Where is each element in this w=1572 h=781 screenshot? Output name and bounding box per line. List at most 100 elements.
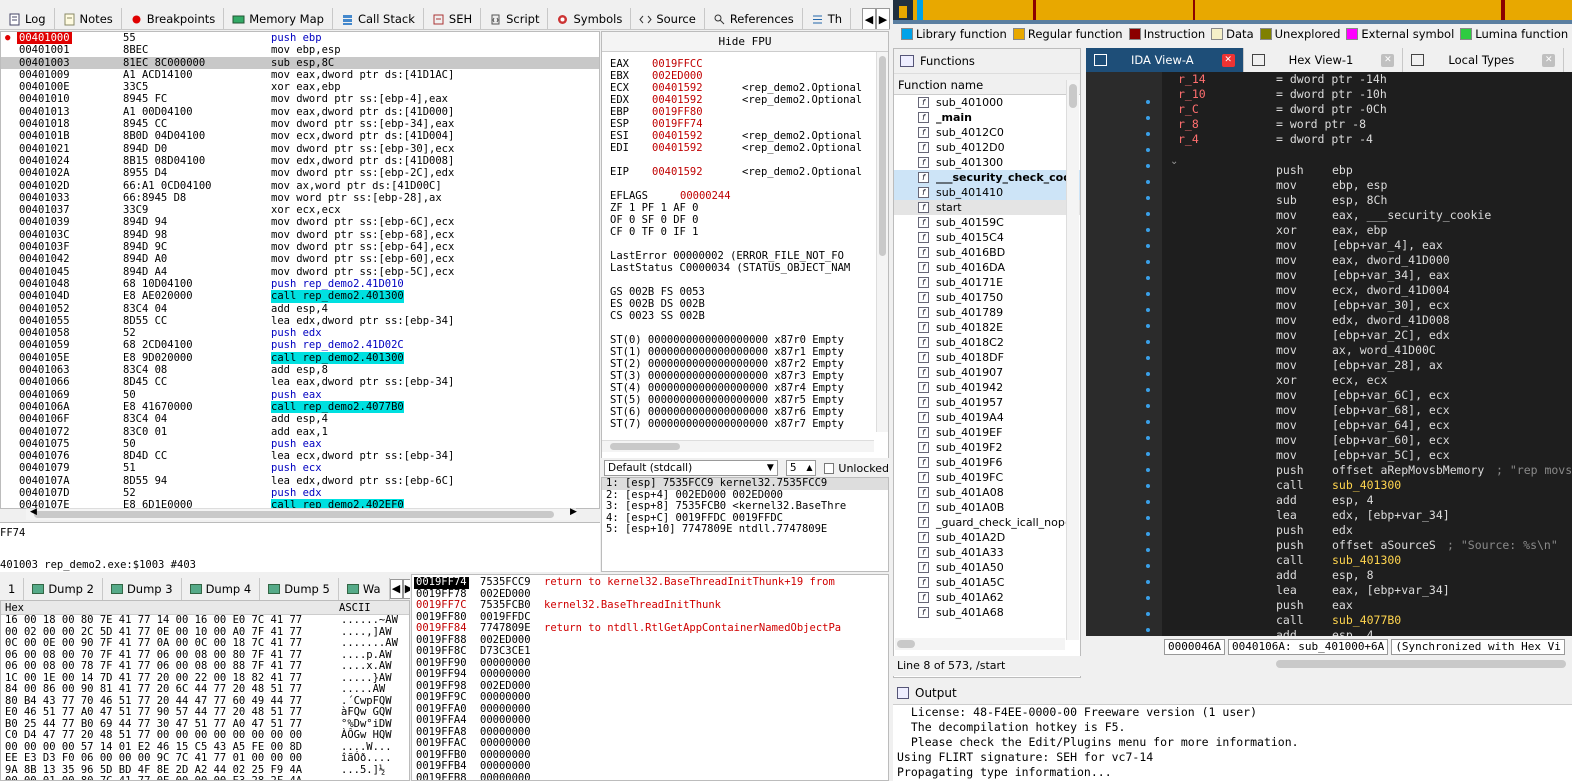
disasm-row[interactable]: 00401001 8BEC mov ebp,esp	[1, 44, 599, 56]
function-item[interactable]: f sub_401942	[894, 380, 1080, 395]
disasm-row[interactable]: 0040104D E8 AE020000 call rep_demo2.401300	[1, 290, 599, 303]
registers-hscrollbar[interactable]	[602, 440, 874, 452]
function-item[interactable]: f sub_4018DF	[894, 350, 1080, 365]
tab-log[interactable]: Log	[0, 8, 55, 29]
function-item[interactable]: f ___security_check_coo	[894, 170, 1080, 185]
register-eflags[interactable]: EFLAGS 00000244	[602, 190, 888, 202]
registers-vscrollbar[interactable]	[876, 52, 888, 432]
function-item[interactable]: f sub_4019F2	[894, 440, 1080, 455]
dump-line[interactable]: 0C 00 0E 00 90 7F 41 77 0A 00 0C 00 18 7…	[1, 637, 409, 650]
output-window[interactable]: License: 48-F4EE-0000-00 Freeware versio…	[893, 704, 1572, 781]
register-ebp[interactable]: EBP 0019FF80	[602, 106, 888, 118]
disasm-row[interactable]: 0040106F 83C4 04 add esp,4	[1, 413, 599, 425]
register-eax[interactable]: EAX 0019FFCC	[602, 58, 888, 70]
fpu-register-row[interactable]: ST(4) 0000000000000000000 x87r4 Empty	[602, 382, 888, 394]
function-item[interactable]: f sub_401A50	[894, 560, 1080, 575]
unlocked-checkbox[interactable]	[823, 462, 835, 474]
dump-tab-6[interactable]: Wa	[339, 578, 390, 600]
register-ecx[interactable]: ECX 00401592 <rep_demo2.Optional	[602, 82, 888, 94]
calling-convention-select[interactable]: Default (stdcall) ▼	[604, 460, 778, 476]
function-item[interactable]: f start	[894, 200, 1080, 215]
dump-line[interactable]: E0 46 51 77 A0 47 51 77 90 57 44 77 20 4…	[1, 706, 409, 719]
flag-row[interactable]: CF 0 TF 0 IF 1	[602, 226, 888, 238]
tab-notes[interactable]: Notes	[55, 8, 122, 29]
function-item[interactable]: f sub_401750	[894, 290, 1080, 305]
stack-row[interactable]: 0019FF7C 7535FCB0 kernel32.BaseThreadInitT…	[412, 599, 888, 612]
function-item[interactable]: f sub_401300	[894, 155, 1080, 170]
function-item[interactable]: f sub_401410	[894, 185, 1080, 200]
tab-source[interactable]: Source	[631, 8, 705, 29]
fpu-register-row[interactable]: ST(7) 0000000000000000000 x87r7 Empty	[602, 418, 888, 430]
disasm-row[interactable]: 00401021 894D D0 mov dword ptr ss:[ebp-30]…	[1, 143, 599, 155]
disasm-row[interactable]: 00401033 66:8945 D8 mov word ptr ss:[ebp-2…	[1, 192, 599, 204]
disasm-row[interactable]: 00401018 8945 CC mov dword ptr ss:[ebp-34]…	[1, 118, 599, 130]
dump-tab-scroll[interactable]: ◀ ▶	[389, 579, 410, 599]
stack-row[interactable]: 0019FF8C D73C3CE1	[412, 645, 888, 658]
function-item[interactable]: f sub_401A68	[894, 605, 1080, 620]
disasm-row[interactable]: 0040106A E8 41670000 call rep_demo2.4077B0	[1, 400, 599, 414]
disasm-row[interactable]: 00401013 A1 00D04100 mov eax,dword ptr ds:…	[1, 106, 599, 118]
tab-symbols[interactable]: Symbols	[548, 8, 632, 29]
disasm-row[interactable]: 00401072 83C0 01 add eax,1	[1, 426, 599, 438]
tab-script[interactable]: Script	[481, 8, 549, 29]
disasm-row[interactable]: 00401076 8D4D CC lea ecx,dword ptr ss:[ebp…	[1, 450, 599, 462]
register-edx[interactable]: EDX 00401592 <rep_demo2.Optional	[602, 94, 888, 106]
function-item[interactable]: f sub_4019FC	[894, 470, 1080, 485]
tab-call-stack[interactable]: Call Stack	[333, 8, 424, 29]
ida-tab-ida-view-a[interactable]: IDA View-A ✕	[1086, 48, 1244, 72]
close-icon[interactable]: ✕	[1381, 53, 1395, 67]
function-item[interactable]: f sub_401A0B	[894, 500, 1080, 515]
disasm-row[interactable]: 00401066 8D45 CC lea eax,dword ptr ss:[ebp…	[1, 376, 599, 388]
segment-row[interactable]: CS 0023 SS 002B	[602, 310, 888, 322]
disasm-row[interactable]: 0040105E E8 9D020000 call rep_demo2.401300	[1, 351, 599, 365]
dump-line[interactable]: 00 00 01 00 80 7C 41 77 0E 00 00 00 E3 2…	[1, 775, 409, 780]
function-item[interactable]: f _guard_check_icall_nop(x	[894, 515, 1080, 530]
disasm-row[interactable]: 00401042 894D A0 mov dword ptr ss:[ebp-60]…	[1, 253, 599, 265]
dump-tab-5[interactable]: Dump 5	[260, 578, 339, 600]
fpu-register-row[interactable]: ST(1) 0000000000000000000 x87r1 Empty	[602, 346, 888, 358]
function-item[interactable]: f sub_4016DA	[894, 260, 1080, 275]
function-item[interactable]: f sub_4018C2	[894, 335, 1080, 350]
tab-memory-map[interactable]: Memory Map	[224, 8, 333, 29]
disassembly-view[interactable]: ● 00401000 55 push ebp 00401001 8BEC mov ebp,e…	[0, 31, 600, 509]
stack-row[interactable]: 0019FF9C 00000000	[412, 691, 888, 704]
disasm-row[interactable]: 00401037 33C9 xor ecx,ecx	[1, 204, 599, 216]
tab-references[interactable]: References	[705, 8, 803, 29]
disasm-row[interactable]: 00401058 52 push edx	[1, 327, 599, 339]
navigation-band[interactable]	[893, 0, 1572, 24]
register-eip[interactable]: EIP 00401592 <rep_demo2.Optional	[602, 166, 888, 178]
disasm-row[interactable]: 00401045 894D A4 mov dword ptr ss:[ebp-5C]…	[1, 266, 599, 278]
function-item[interactable]: f sub_4019F6	[894, 455, 1080, 470]
function-item[interactable]: f sub_401A33	[894, 545, 1080, 560]
segment-row[interactable]: GS 002B FS 0053	[602, 286, 888, 298]
disasm-row[interactable]: 0040107A 8D55 94 lea edx,dword ptr ss:[ebp…	[1, 475, 599, 487]
flag-row[interactable]: ZF 1 PF 1 AF 0	[602, 202, 888, 214]
function-item[interactable]: f sub_4019EF	[894, 425, 1080, 440]
scroll-left-icon[interactable]: ◀	[30, 507, 37, 517]
tab-seh[interactable]: SEH	[424, 8, 482, 29]
function-item[interactable]: f sub_401957	[894, 395, 1080, 410]
function-item[interactable]: f sub_40159C	[894, 215, 1080, 230]
tab-th[interactable]: Th	[803, 8, 852, 29]
dump-tab-4[interactable]: Dump 4	[182, 578, 261, 600]
stack-row[interactable]: 0019FFB8 00000000	[412, 772, 888, 780]
disasm-row[interactable]: 0040101B 8B0D 04D04100 mov ecx,dword ptr d…	[1, 130, 599, 142]
function-item[interactable]: f sub_401907	[894, 365, 1080, 380]
hex-dump-view[interactable]: Hex ASCII 16 00 18 00 80 7E 41 77 14 00 …	[0, 600, 410, 781]
disasm-row[interactable]: 00401010 8945 FC mov dword ptr ss:[ebp-4],…	[1, 93, 599, 105]
disasm-row[interactable]: 0040102D 66:A1 0CD04100 mov ax,word ptr ds…	[1, 180, 599, 192]
function-item[interactable]: f sub_4012C0	[894, 125, 1080, 140]
segment-row[interactable]: ES 002B DS 002B	[602, 298, 888, 310]
disasm-row[interactable]: 00401009 A1 ACD14100 mov eax,dword ptr ds:…	[1, 69, 599, 81]
function-item[interactable]: f sub_401A08	[894, 485, 1080, 500]
function-item[interactable]: f _main	[894, 110, 1080, 125]
disasm-row[interactable]: 00401039 894D 94 mov dword ptr ss:[ebp-6C]…	[1, 216, 599, 228]
dump-line[interactable]: EE E3 D3 F0 06 00 00 00 9C 7C 41 77 01 0…	[1, 752, 409, 765]
dump-line[interactable]: 06 00 08 00 78 7F 41 77 06 00 08 00 88 7…	[1, 660, 409, 673]
stack-arg-row[interactable]: 5: [esp+10] 7747809E ntdll.7747809E	[602, 523, 888, 536]
disasm-row[interactable]: 00401075 50 push eax	[1, 438, 599, 450]
disasm-row[interactable]: 0040103C 894D 98 mov dword ptr ss:[ebp-68]…	[1, 229, 599, 241]
stack-view[interactable]: 0019FF74 7535FCC9 return to kernel32.BaseT…	[411, 574, 889, 781]
flag-row[interactable]: OF 0 SF 0 DF 0	[602, 214, 888, 226]
stack-row[interactable]: 0019FF74 7535FCC9 return to kernel32.BaseT…	[412, 576, 888, 589]
